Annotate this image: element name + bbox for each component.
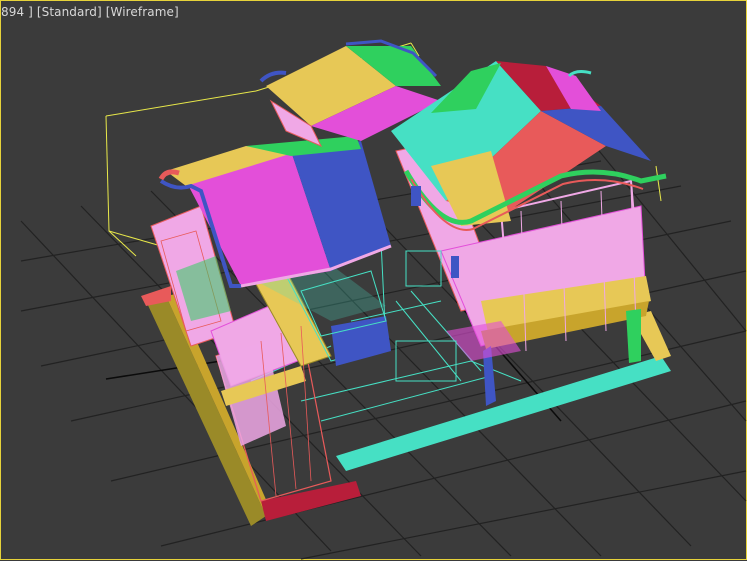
- viewport-label-shading-wireframe[interactable]: [Wireframe]: [106, 5, 179, 19]
- perspective-viewport[interactable]: 894 ] [Standard] [Wireframe]: [0, 0, 747, 560]
- scene-canvas[interactable]: [1, 1, 747, 561]
- viewport-label-view[interactable]: 894 ]: [1, 5, 33, 19]
- viewport-label[interactable]: 894 ] [Standard] [Wireframe]: [1, 5, 179, 19]
- viewport-label-shading-standard[interactable]: [Standard]: [37, 5, 102, 19]
